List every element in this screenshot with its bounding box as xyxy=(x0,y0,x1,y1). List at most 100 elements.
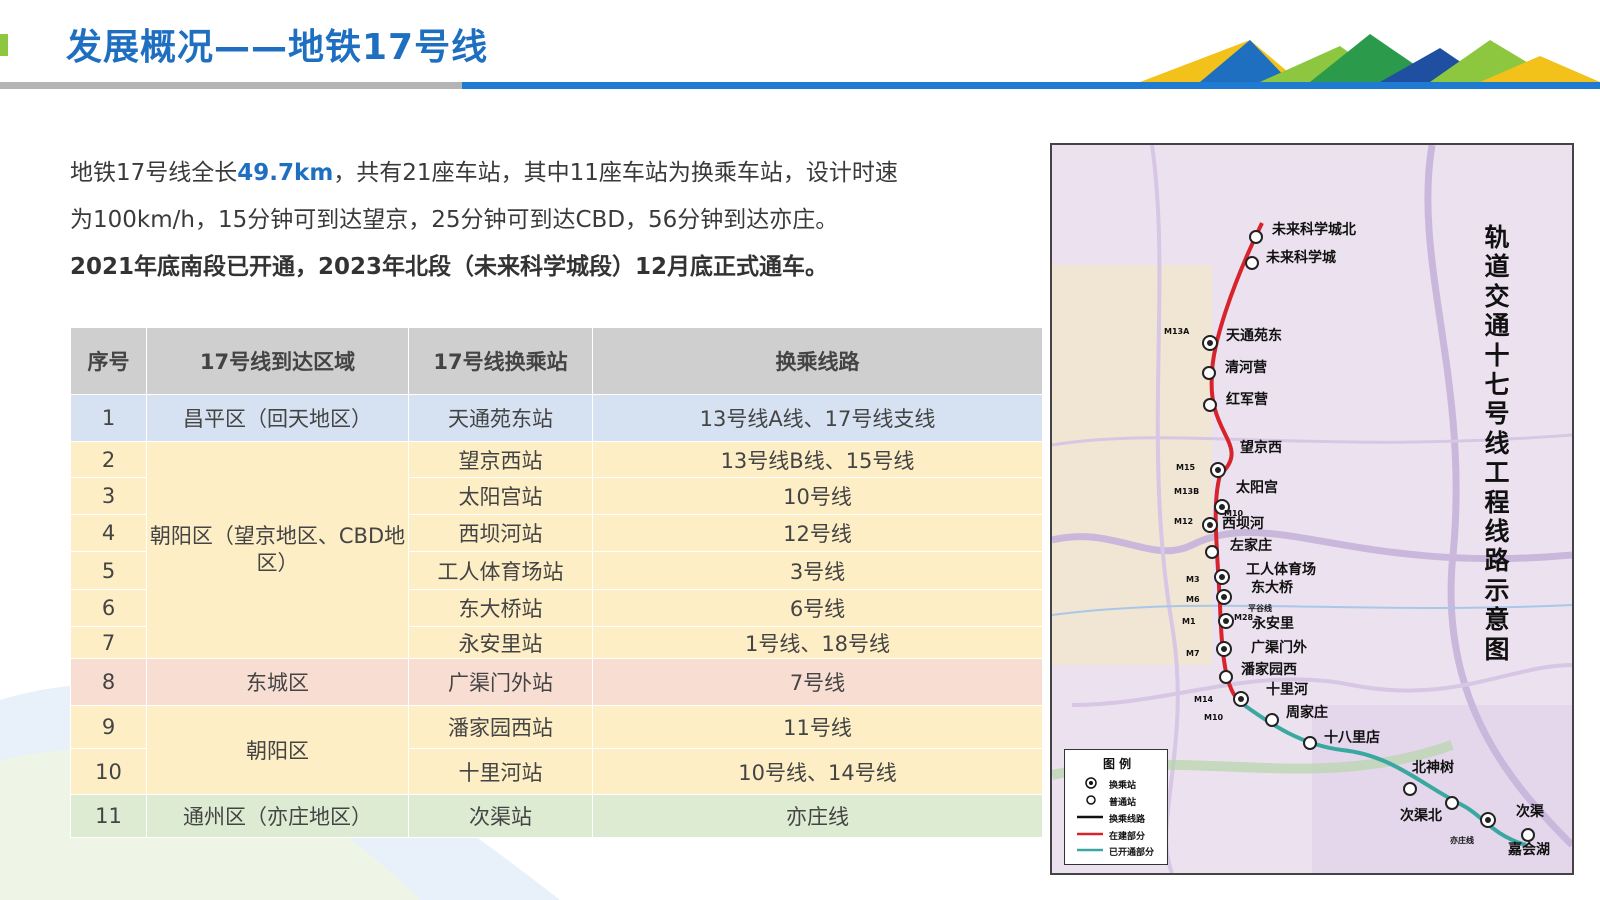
transfer-dot xyxy=(1223,618,1229,624)
intro-line-3: 2021年底南段已开通，2023年北段（未来科学城段）12月底正式通车。 xyxy=(70,254,829,280)
line-length-highlight: 49.7km xyxy=(237,160,334,186)
transfer-station-table: 序号 17号线到达区域 17号线换乘站 换乘线路 1 昌平区（回天地区） 天通苑… xyxy=(70,327,1043,838)
table-row: 8 东城区 广渠门外站 7号线 xyxy=(70,658,1043,706)
station-label: 嘉会湖 xyxy=(1508,842,1550,858)
station-label: 望京西 xyxy=(1240,440,1282,456)
station-label: 永安里 xyxy=(1252,616,1294,632)
station-label: 左家庄 xyxy=(1230,538,1272,554)
cell-station: 十里河站 xyxy=(408,748,593,795)
legend-item: 已开通部分 xyxy=(1109,848,1155,858)
cell-lines: 1号线、18号线 xyxy=(592,626,1043,659)
branch-line-label: 平谷线 xyxy=(1248,604,1272,613)
station-label: 次渠北 xyxy=(1400,808,1442,824)
cell-area: 通州区（亦庄地区） xyxy=(146,794,409,838)
cell-no: 5 xyxy=(70,551,147,590)
map-title: 轨道交通十七号线工程线路示意图 xyxy=(1484,223,1510,664)
station-label: 天通苑东 xyxy=(1226,328,1282,344)
line-marker-label: M15 xyxy=(1176,463,1196,472)
station-label: 广渠门外 xyxy=(1251,640,1307,656)
station-marker xyxy=(1245,256,1259,270)
intro-line-1: 地铁17号线全长49.7km，共有21座车站，其中11座车站为换乘车站，设计时速 xyxy=(70,150,1030,197)
line-marker-label: M6 xyxy=(1186,595,1200,604)
station-label: 东大桥 xyxy=(1251,580,1293,596)
transfer-dot xyxy=(1215,467,1221,473)
line-marker-label: M14 xyxy=(1194,695,1214,704)
transfer-dot xyxy=(1207,522,1213,528)
line-marker-label: M28 xyxy=(1234,613,1254,622)
cell-lines: 12号线 xyxy=(592,514,1043,552)
branch-line-label: 亦庄线 xyxy=(1450,836,1474,845)
line-marker-label: M7 xyxy=(1186,649,1200,658)
cell-lines: 10号线 xyxy=(592,477,1043,515)
transfer-dot xyxy=(1238,696,1244,702)
line-marker-label: M12 xyxy=(1174,517,1194,526)
station-marker xyxy=(1205,545,1219,559)
intro-text: ，共有21座车站，其中11座车站为换乘车站，设计时速 xyxy=(333,160,898,186)
transfer-dot xyxy=(1485,817,1491,823)
station-label: 北神树 xyxy=(1412,760,1454,776)
title-bar: 发展概况——地铁17号线 xyxy=(0,0,1600,92)
mountain-logo xyxy=(1140,34,1600,82)
intro-text: 地铁17号线全长 xyxy=(70,160,238,186)
header-cell-lines: 换乘线路 xyxy=(592,327,1043,395)
cell-lines: 亦庄线 xyxy=(592,794,1043,838)
station-label: 太阳宫 xyxy=(1236,480,1278,496)
cell-station: 广渠门外站 xyxy=(408,658,593,706)
cell-no: 1 xyxy=(70,394,147,442)
cell-no: 6 xyxy=(70,589,147,627)
page-title: 发展概况——地铁17号线 xyxy=(66,27,489,68)
legend-item: 换乘站 xyxy=(1109,781,1137,791)
line-marker-label: M1 xyxy=(1182,617,1196,626)
intro-line-2: 为100km/h，15分钟可到达望京，25分钟可到达CBD，56分钟到达亦庄。 xyxy=(70,207,839,233)
station-marker xyxy=(1403,782,1417,796)
cell-no: 4 xyxy=(70,514,147,552)
cell-lines: 7号线 xyxy=(592,658,1043,706)
cell-station: 次渠站 xyxy=(408,794,593,838)
station-label: 潘家园西 xyxy=(1241,662,1297,678)
transfer-dot xyxy=(1207,340,1213,346)
table-row: 2 朝阳区（望京地区、CBD地区） 望京西站 13号线B线、15号线 xyxy=(70,441,1043,659)
cell-area: 朝阳区（望京地区、CBD地区） xyxy=(146,441,409,659)
transfer-dot xyxy=(1221,646,1227,652)
cell-station: 太阳宫站 xyxy=(408,477,593,515)
cell-station: 望京西站 xyxy=(408,441,593,478)
station-label: 次渠 xyxy=(1516,804,1544,820)
table-row: 11 通州区（亦庄地区） 次渠站 亦庄线 xyxy=(70,794,1043,838)
station-marker xyxy=(1303,736,1317,750)
cell-no: 8 xyxy=(70,658,147,706)
station-label: 十里河 xyxy=(1266,682,1308,698)
station-label: 红军营 xyxy=(1226,392,1268,408)
cell-lines: 6号线 xyxy=(592,589,1043,627)
table-header-row: 序号 17号线到达区域 17号线换乘站 换乘线路 xyxy=(70,327,1043,395)
station-label: 清河营 xyxy=(1225,360,1267,376)
line17-route-map: 轨道交通十七号线工程线路示意图 图 例 换乘站 普通站 换乘线路 在建部分 已开… xyxy=(1050,143,1574,875)
table-row: 9 朝阳区 潘家园西站 11号线 xyxy=(70,705,1043,795)
cell-lines: 11号线 xyxy=(592,705,1043,749)
legend-item: 在建部分 xyxy=(1109,832,1146,842)
legend-item: 普通站 xyxy=(1109,798,1137,808)
cell-lines: 3号线 xyxy=(592,551,1043,590)
transfer-dot xyxy=(1219,574,1225,580)
station-label: 未来科学城 xyxy=(1266,250,1336,266)
station-marker xyxy=(1249,230,1263,244)
line-marker-label: M10 xyxy=(1224,509,1244,518)
station-label: 周家庄 xyxy=(1286,705,1328,721)
line-marker-label: M10 xyxy=(1204,713,1224,722)
line-marker-label: M3 xyxy=(1186,575,1200,584)
cell-area: 昌平区（回天地区） xyxy=(146,394,409,442)
line-marker-label: M13A xyxy=(1164,327,1190,336)
cell-lines: 13号线A线、17号线支线 xyxy=(592,394,1043,442)
header-cell-station: 17号线换乘站 xyxy=(408,327,593,395)
title-rule-blue xyxy=(462,82,1600,89)
cell-station: 永安里站 xyxy=(408,626,593,659)
title-accent-mark xyxy=(0,34,8,56)
header-cell-area: 17号线到达区域 xyxy=(146,327,409,395)
cell-no: 7 xyxy=(70,626,147,659)
station-label: 工人体育场 xyxy=(1246,562,1316,578)
station-marker xyxy=(1265,713,1279,727)
cell-lines: 10号线、14号线 xyxy=(592,748,1043,795)
cell-no: 3 xyxy=(70,477,147,515)
cell-station: 东大桥站 xyxy=(408,589,593,627)
title-rule-gray xyxy=(0,82,470,89)
cell-lines: 13号线B线、15号线 xyxy=(592,441,1043,478)
